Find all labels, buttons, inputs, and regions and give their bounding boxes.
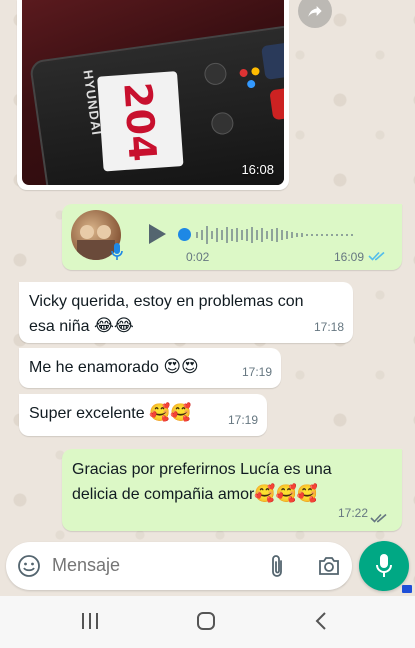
play-icon[interactable]	[146, 222, 168, 246]
delivered-ticks-icon	[370, 513, 387, 523]
message-timestamp: 17:18	[313, 320, 344, 334]
message-text-line2: delicia de compañia amor	[72, 486, 255, 503]
outgoing-message[interactable]: Gracias por preferirnos Lucía es una del…	[62, 449, 402, 531]
forward-icon	[308, 6, 322, 17]
recent-apps-icon[interactable]	[80, 610, 100, 632]
voice-timestamp: 16:09	[333, 250, 364, 264]
voice-message[interactable]: 0:02 16:09	[62, 204, 402, 270]
system-nav-bar	[0, 596, 415, 648]
message-text: Super excelente	[29, 405, 145, 422]
image-timestamp: 16:08	[241, 162, 274, 177]
seek-handle[interactable]	[178, 228, 191, 241]
home-icon[interactable]	[195, 610, 217, 632]
emoji-smiling-hearts: 🥰🥰	[149, 403, 192, 423]
back-icon[interactable]	[313, 610, 331, 632]
mic-icon	[376, 554, 392, 577]
image-message[interactable]: HYUNDAI 204 16:08	[17, 0, 289, 190]
paperclip-icon[interactable]	[268, 554, 286, 580]
emoji-heart-eyes: 😍😍	[163, 357, 199, 377]
message-timestamp: 17:22	[337, 506, 368, 520]
incoming-message[interactable]: Me he enamorado 😍😍 17:19	[19, 348, 281, 388]
remote-buttons	[192, 42, 284, 175]
image-photo[interactable]: HYUNDAI 204 16:08	[22, 0, 284, 185]
remote-label-number: 204	[115, 80, 166, 163]
message-composer	[6, 542, 352, 590]
mic-badge-icon	[111, 243, 123, 260]
remote-label: 204	[97, 71, 184, 172]
message-text-line2: esa niña	[29, 318, 90, 335]
read-ticks-icon	[368, 251, 385, 261]
voice-duration: 0:02	[186, 250, 210, 264]
message-timestamp: 17:19	[227, 413, 258, 427]
emoji-icon[interactable]	[17, 554, 41, 578]
emoji-smiling-hearts: 🥰🥰🥰	[254, 484, 318, 504]
message-input[interactable]	[52, 555, 252, 576]
remote-control-image: HYUNDAI 204	[28, 19, 284, 185]
incoming-message[interactable]: Super excelente 🥰🥰 17:19	[19, 394, 267, 436]
message-timestamp: 17:19	[241, 365, 272, 379]
message-text-line1: Vicky querida, estoy en problemas con	[29, 293, 304, 310]
emoji-laughing: 😂😂	[93, 316, 134, 336]
message-text: Me he enamorado	[29, 359, 159, 376]
voice-waveform[interactable]	[196, 222, 386, 248]
incoming-message[interactable]: Vicky querida, estoy en problemas con es…	[19, 282, 353, 343]
message-text-line1: Gracias por preferirnos Lucía es una	[72, 461, 332, 478]
notification-indicator	[402, 585, 412, 593]
voice-record-button[interactable]	[359, 541, 409, 591]
camera-icon[interactable]	[317, 555, 341, 577]
